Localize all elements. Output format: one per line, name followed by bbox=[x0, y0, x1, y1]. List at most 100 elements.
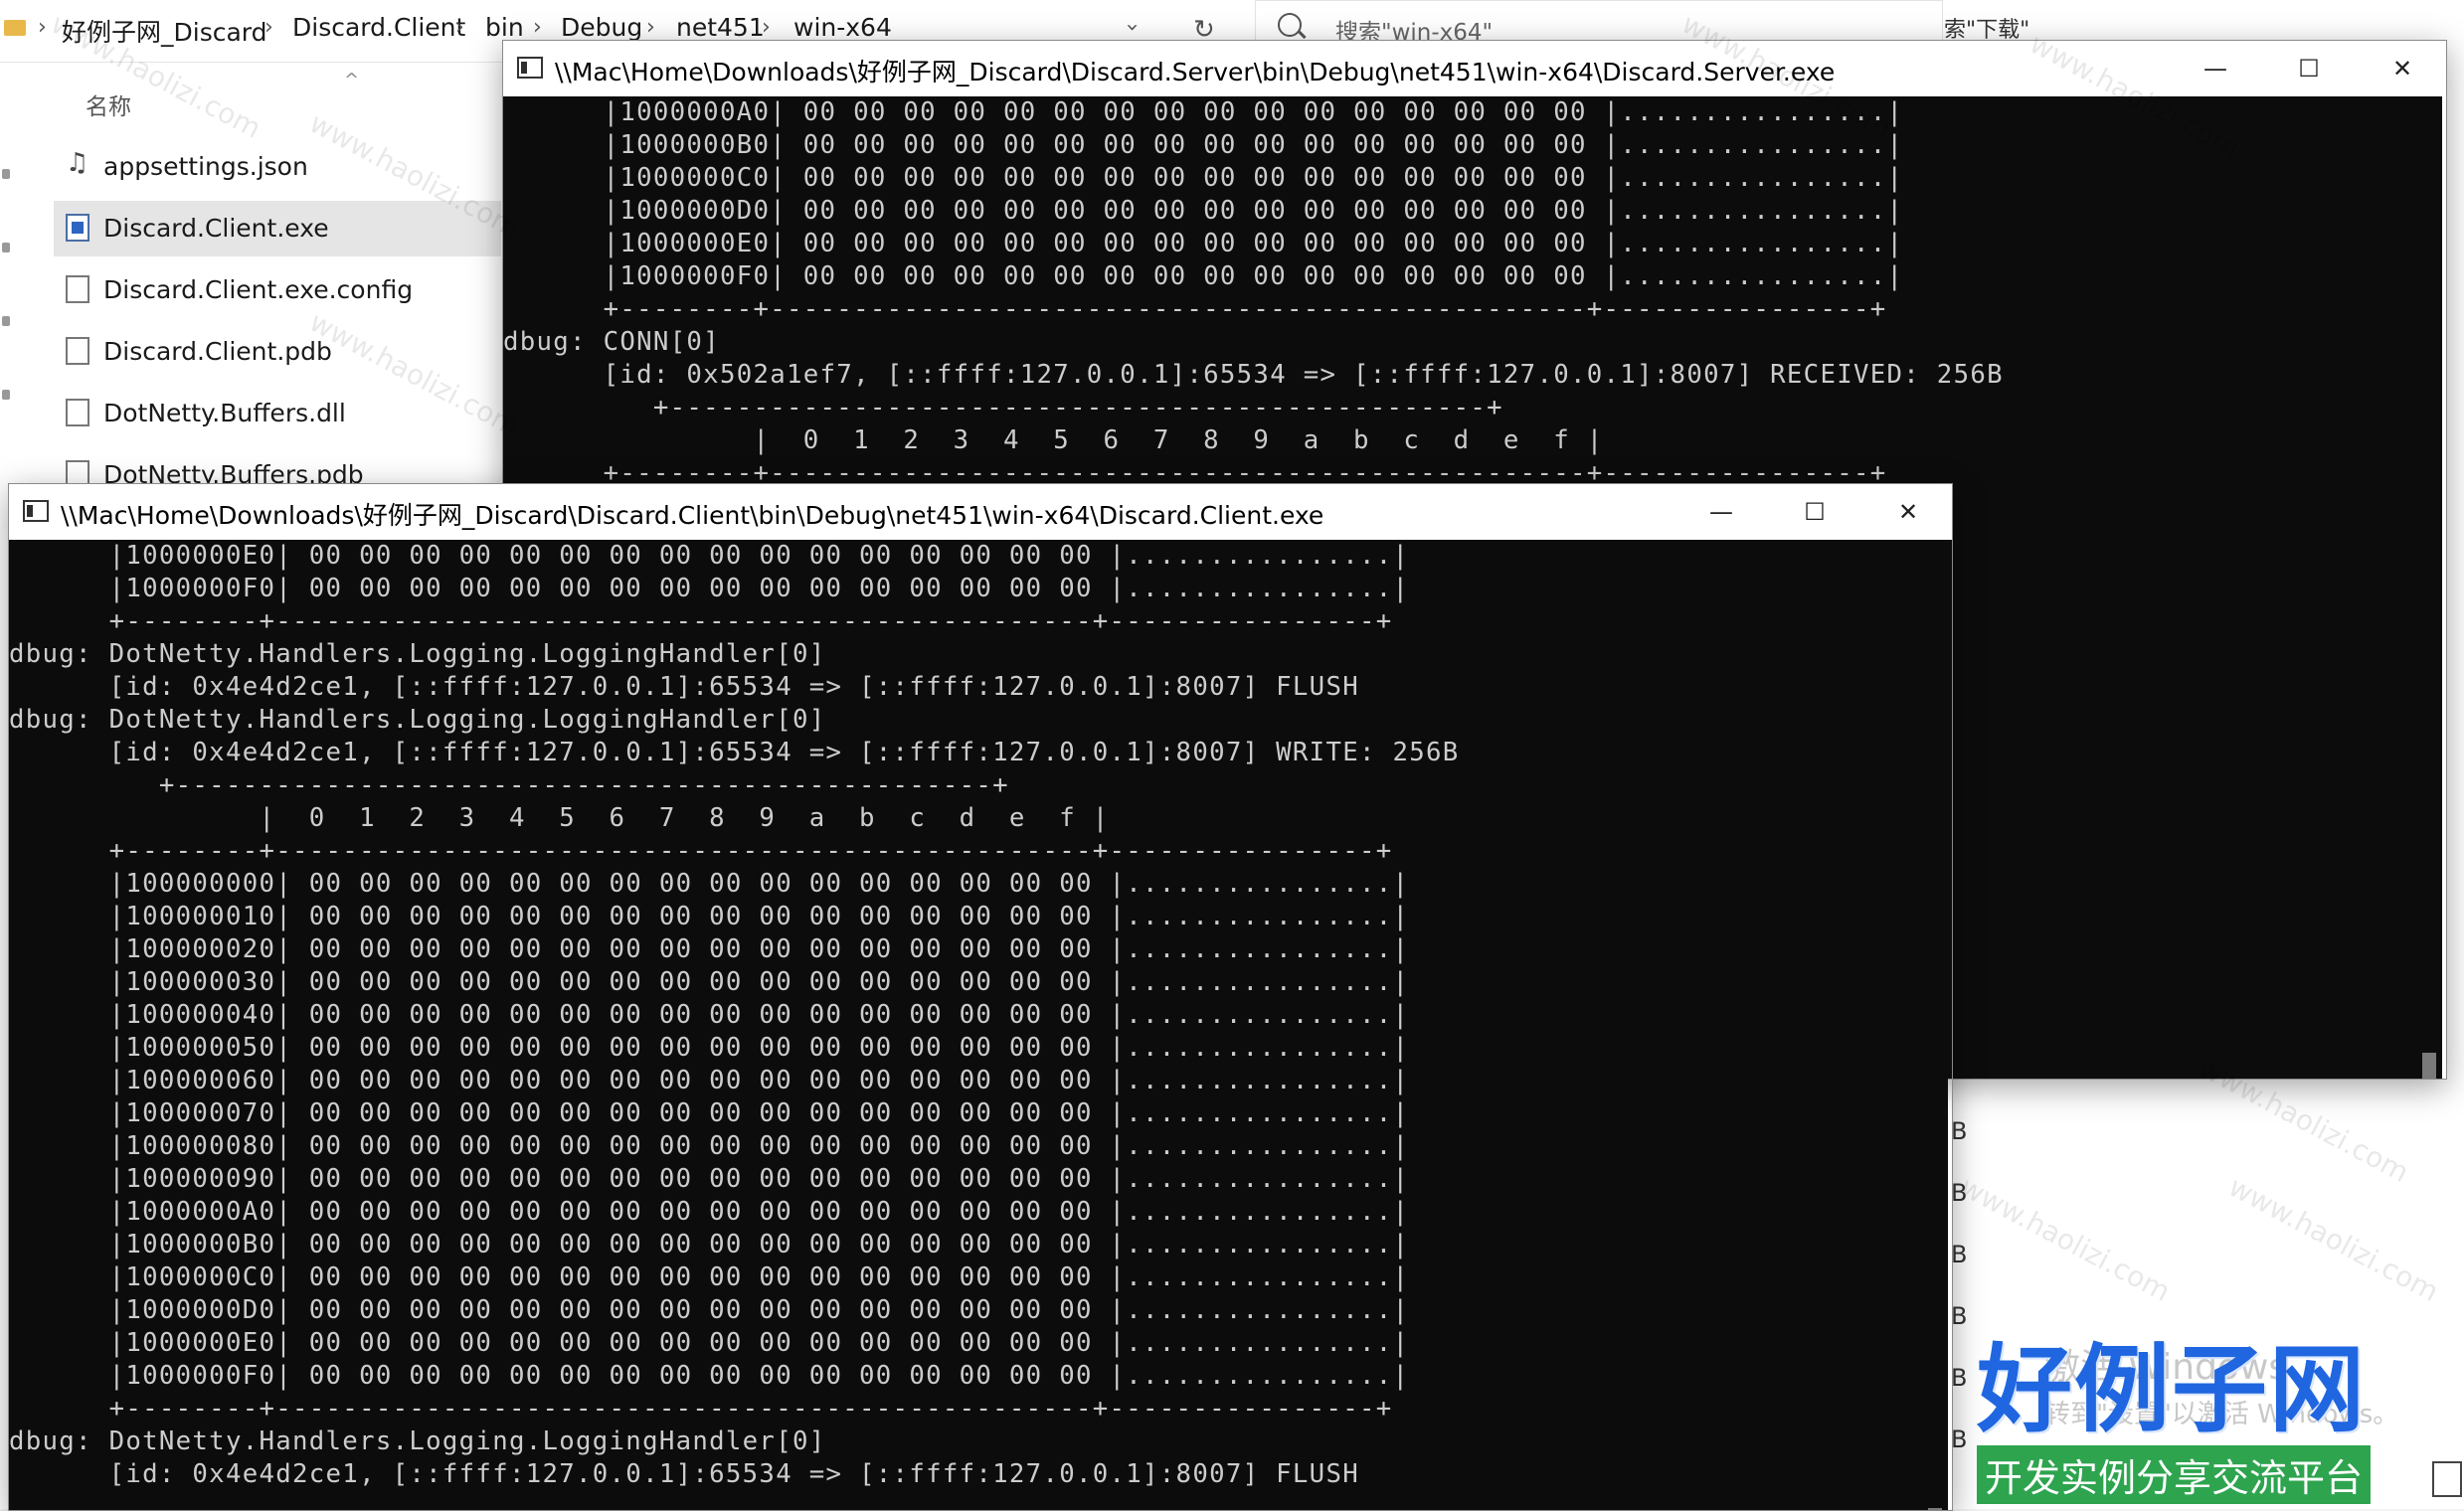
chevron-right-icon: › bbox=[455, 15, 464, 40]
breadcrumb-item[interactable]: win-x64 bbox=[793, 13, 892, 42]
console-line: |100000000| 00 00 00 00 00 00 00 00 00 0… bbox=[9, 869, 1410, 899]
chevron-down-icon[interactable]: › bbox=[1120, 23, 1144, 32]
chevron-right-icon: › bbox=[646, 15, 655, 40]
server-title-bar[interactable]: \\Mac\Home\Downloads\好例子网_Discard\Discar… bbox=[503, 41, 2446, 96]
console-text: |1000000E0| 00 00 00 00 00 00 00 00 00 0… bbox=[9, 540, 1460, 1491]
console-line: |1000000B0| 00 00 00 00 00 00 00 00 00 0… bbox=[503, 130, 1904, 160]
console-line: |1000000E0| 00 00 00 00 00 00 00 00 00 0… bbox=[503, 229, 1904, 258]
console-line: |100000070| 00 00 00 00 00 00 00 00 00 0… bbox=[9, 1098, 1410, 1128]
chevron-right-icon: › bbox=[264, 15, 273, 40]
size-unit: B bbox=[1951, 1364, 1968, 1392]
column-header-name[interactable]: 名称 bbox=[86, 87, 131, 121]
console-line: |1000000F0| 00 00 00 00 00 00 00 00 00 0… bbox=[9, 574, 1410, 603]
chevron-right-icon: › bbox=[38, 15, 47, 40]
client-console-output: |1000000E0| 00 00 00 00 00 00 00 00 00 0… bbox=[9, 540, 1918, 1510]
chevron-right-icon: › bbox=[533, 15, 542, 40]
size-unit: B bbox=[1951, 1117, 1968, 1145]
console-line: |100000090| 00 00 00 00 00 00 00 00 00 0… bbox=[9, 1164, 1410, 1194]
breadcrumb-item[interactable]: Discard.Client bbox=[292, 13, 465, 42]
folder-icon bbox=[4, 13, 26, 42]
size-unit: B bbox=[1951, 1179, 1968, 1207]
size-unit: B bbox=[1951, 1302, 1968, 1330]
console-line: +--------+------------------------------… bbox=[9, 836, 1393, 866]
logo-title: 好例子网 bbox=[1977, 1334, 2367, 1445]
console-line: |1000000A0| 00 00 00 00 00 00 00 00 00 0… bbox=[503, 97, 1904, 127]
pin-icon bbox=[2, 169, 10, 179]
client-console-window[interactable]: \\Mac\Home\Downloads\好例子网_Discard\Discar… bbox=[8, 483, 1953, 1511]
file-name: DotNetty.Buffers.dll bbox=[103, 399, 346, 427]
file-name: Discard.Client.pdb bbox=[103, 337, 332, 366]
file-row[interactable]: appsettings.json bbox=[54, 139, 501, 195]
console-line: [id: 0x4e4d2ce1, [::ffff:127.0.0.1]:6553… bbox=[9, 672, 1359, 702]
json-file-icon bbox=[66, 148, 89, 180]
size-unit: B bbox=[1951, 1241, 1968, 1268]
console-line: |1000000A0| 00 00 00 00 00 00 00 00 00 0… bbox=[9, 1197, 1410, 1227]
console-line: +--------+------------------------------… bbox=[503, 294, 1887, 324]
close-button[interactable]: ✕ bbox=[2373, 49, 2432, 88]
file-row-selected[interactable]: Discard.Client.exe bbox=[54, 201, 501, 256]
console-line: |1000000D0| 00 00 00 00 00 00 00 00 00 0… bbox=[503, 196, 1904, 226]
search-icon bbox=[1278, 13, 1302, 37]
breadcrumb-item[interactable]: 好例子网_Discard bbox=[62, 13, 267, 49]
exe-file-icon bbox=[66, 214, 89, 242]
breadcrumb-item[interactable]: net451 bbox=[676, 13, 765, 42]
minimize-button[interactable]: — bbox=[1691, 492, 1751, 532]
console-line: [id: 0x4e4d2ce1, [::ffff:127.0.0.1]:6553… bbox=[9, 1459, 1359, 1489]
console-line: |100000020| 00 00 00 00 00 00 00 00 00 0… bbox=[9, 934, 1410, 964]
console-line: | 0 1 2 3 4 5 6 7 8 9 a b c d e f | bbox=[9, 803, 1110, 833]
console-line: |1000000D0| 00 00 00 00 00 00 00 00 00 0… bbox=[9, 1295, 1410, 1325]
console-line: |100000080| 00 00 00 00 00 00 00 00 00 0… bbox=[9, 1131, 1410, 1161]
console-line: |1000000F0| 00 00 00 00 00 00 00 00 00 0… bbox=[503, 261, 1904, 291]
console-line: dbug: CONN[0] bbox=[503, 327, 720, 357]
minimize-button[interactable]: — bbox=[2186, 49, 2245, 88]
console-line: |1000000C0| 00 00 00 00 00 00 00 00 00 0… bbox=[503, 163, 1904, 193]
breadcrumb-item[interactable]: bin bbox=[485, 13, 524, 42]
close-button[interactable]: ✕ bbox=[1878, 492, 1938, 532]
scrollbar-thumb[interactable] bbox=[2422, 1053, 2436, 1079]
console-line: | 0 1 2 3 4 5 6 7 8 9 a b c d e f | bbox=[503, 425, 1604, 455]
document-icon bbox=[2432, 1461, 2462, 1497]
console-line: |1000000F0| 00 00 00 00 00 00 00 00 00 0… bbox=[9, 1361, 1410, 1391]
dll-file-icon bbox=[66, 399, 89, 426]
console-line: +--------+------------------------------… bbox=[9, 606, 1393, 636]
client-window-title: \\Mac\Home\Downloads\好例子网_Discard\Discar… bbox=[61, 501, 1324, 530]
console-line: |1000000E0| 00 00 00 00 00 00 00 00 00 0… bbox=[9, 541, 1410, 571]
file-row[interactable]: DotNetty.Buffers.dll bbox=[54, 386, 501, 441]
file-row[interactable]: Discard.Client.exe.config bbox=[54, 262, 501, 318]
file-row[interactable]: Discard.Client.pdb bbox=[54, 324, 501, 380]
console-line: |100000010| 00 00 00 00 00 00 00 00 00 0… bbox=[9, 902, 1410, 931]
console-text: |1000000A0| 00 00 00 00 00 00 00 00 00 0… bbox=[503, 96, 2004, 490]
maximize-button[interactable]: ☐ bbox=[2279, 49, 2339, 88]
logo-subtitle: 开发实例分享交流平台 bbox=[1977, 1445, 2372, 1504]
chevron-right-icon: › bbox=[762, 15, 771, 40]
console-app-icon bbox=[517, 57, 543, 79]
pdb-file-icon bbox=[66, 337, 89, 365]
client-title-bar[interactable]: \\Mac\Home\Downloads\好例子网_Discard\Discar… bbox=[9, 484, 1952, 540]
breadcrumb-item[interactable]: Debug bbox=[561, 13, 642, 42]
vertical-scrollbar[interactable] bbox=[2412, 96, 2442, 1079]
console-line: dbug: DotNetty.Handlers.Logging.LoggingH… bbox=[9, 705, 826, 735]
console-line: [id: 0x502a1ef7, [::ffff:127.0.0.1]:6553… bbox=[503, 360, 2004, 390]
console-line: dbug: DotNetty.Handlers.Logging.LoggingH… bbox=[9, 1427, 826, 1456]
maximize-button[interactable]: ☐ bbox=[1785, 492, 1845, 532]
pin-icon bbox=[2, 316, 10, 326]
file-name: Discard.Client.exe.config bbox=[103, 275, 414, 304]
console-line: |1000000C0| 00 00 00 00 00 00 00 00 00 0… bbox=[9, 1262, 1410, 1292]
console-line: [id: 0x4e4d2ce1, [::ffff:127.0.0.1]:6553… bbox=[9, 738, 1460, 767]
watermark-logo: 好例子网 开发实例分享交流平台 bbox=[1977, 1342, 2404, 1504]
console-line: +--------+------------------------------… bbox=[9, 1394, 1393, 1424]
sort-up-icon: ^ bbox=[344, 70, 360, 90]
vertical-scrollbar[interactable] bbox=[1918, 540, 1948, 1510]
config-file-icon bbox=[66, 275, 89, 303]
console-line: dbug: DotNetty.Handlers.Logging.LoggingH… bbox=[9, 639, 826, 669]
console-line: +---------------------------------------… bbox=[503, 393, 1503, 422]
console-line: |100000050| 00 00 00 00 00 00 00 00 00 0… bbox=[9, 1033, 1410, 1063]
file-name: Discard.Client.exe bbox=[103, 214, 329, 243]
console-line: |100000040| 00 00 00 00 00 00 00 00 00 0… bbox=[9, 1000, 1410, 1030]
console-line: |100000060| 00 00 00 00 00 00 00 00 00 0… bbox=[9, 1066, 1410, 1095]
pin-icon bbox=[2, 243, 10, 252]
console-line: +---------------------------------------… bbox=[9, 770, 1009, 800]
console-app-icon bbox=[23, 500, 49, 522]
size-unit: B bbox=[1951, 1426, 1968, 1453]
server-window-title: \\Mac\Home\Downloads\好例子网_Discard\Discar… bbox=[555, 58, 1836, 86]
